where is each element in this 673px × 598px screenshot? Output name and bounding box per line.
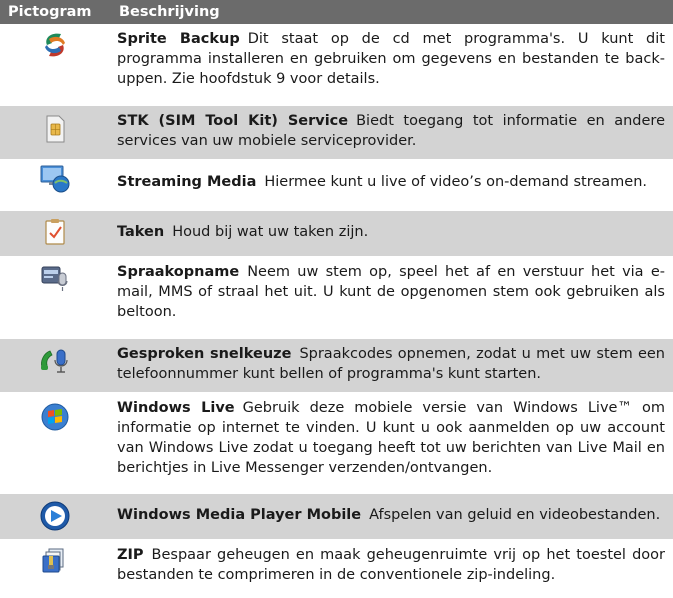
program-name: Streaming Media	[117, 174, 257, 190]
voice-speed-dial-icon	[0, 339, 110, 392]
program-name: Windows Media Player Mobile	[117, 507, 362, 523]
header-description: Beschrijving	[119, 4, 220, 20]
zip-icon	[0, 540, 110, 597]
row-description: Taken Houd bij wat uw taken zijn.	[110, 211, 673, 256]
program-name: Gesproken snelkeuze	[117, 346, 292, 362]
table-row: Windows Media Player Mobile Afspelen van …	[0, 494, 673, 540]
table-row: STK (SIM Tool Kit) Service Biedt toegang …	[0, 106, 673, 160]
program-name: ZIP	[117, 547, 144, 563]
row-description: STK (SIM Tool Kit) Service Biedt toegang …	[110, 106, 673, 159]
row-description: Windows Live Gebruik deze mobiele versie …	[110, 393, 673, 493]
row-description: Sprite Backup Dit staat op de cd met prog…	[110, 24, 673, 105]
row-description: Gesproken snelkeuze Spraakcodes opnemen, …	[110, 339, 673, 392]
program-name: Taken	[117, 224, 165, 240]
table-header: Pictogram Beschrijving	[0, 0, 673, 24]
program-text: Bespaar geheugen en maak geheugenruimte …	[117, 547, 665, 583]
row-description: ZIP Bespaar geheugen en maak geheugenruim…	[110, 540, 673, 597]
table-row: Gesproken snelkeuze Spraakcodes opnemen, …	[0, 339, 673, 393]
table-row: Windows Live Gebruik deze mobiele versie …	[0, 393, 673, 494]
program-text: Hiermee kunt u live of video’s on-demand…	[264, 174, 648, 190]
program-text: Afspelen van geluid en videobestanden.	[369, 507, 661, 523]
program-text: Houd bij wat uw taken zijn.	[172, 224, 369, 240]
program-name: Sprite Backup	[117, 31, 240, 47]
header-pictogram: Pictogram	[8, 4, 92, 20]
sprite-backup-icon	[0, 24, 110, 105]
table-row: Sprite Backup Dit staat op de cd met prog…	[0, 24, 673, 106]
media-player-icon	[0, 494, 110, 539]
program-name: Windows Live	[117, 400, 235, 416]
program-name: STK (SIM Tool Kit) Service	[117, 113, 349, 129]
sim-card-icon	[0, 106, 110, 159]
table-row: Streaming Media Hiermee kunt u live of vi…	[0, 160, 673, 211]
windows-live-icon	[0, 393, 110, 493]
program-table: Pictogram Beschrijving Sprite Backup Dit …	[0, 0, 673, 598]
row-description: Spraakopname Neem uw stem op, speel het a…	[110, 257, 673, 338]
row-description: Streaming Media Hiermee kunt u live of vi…	[110, 160, 673, 210]
voice-recorder-icon	[0, 257, 110, 338]
program-name: Spraakopname	[117, 264, 240, 280]
row-description: Windows Media Player Mobile Afspelen van …	[110, 494, 673, 539]
streaming-media-icon	[0, 160, 110, 210]
table-row: Taken Houd bij wat uw taken zijn.	[0, 211, 673, 257]
table-row: Spraakopname Neem uw stem op, speel het a…	[0, 257, 673, 339]
table-row: ZIP Bespaar geheugen en maak geheugenruim…	[0, 540, 673, 598]
tasks-icon	[0, 211, 110, 256]
